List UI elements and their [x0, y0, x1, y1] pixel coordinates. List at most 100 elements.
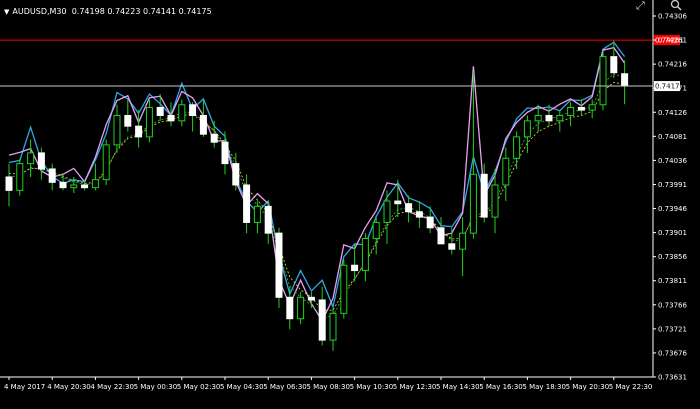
- bear-candle-body: [610, 56, 618, 74]
- x-axis-ticks: 4 May 2017 4 May 20:30 4 May 22:30 5 May 00…: [4, 377, 652, 391]
- candle: [102, 139, 110, 186]
- x-tick-label: 5 May 18:30: [522, 383, 566, 391]
- bull-candle-body: [469, 173, 477, 234]
- candle: [610, 40, 618, 79]
- indicator-line-2: [8, 46, 626, 323]
- candle: [329, 308, 337, 351]
- bear-candle-body: [81, 184, 89, 189]
- bull-candle-body: [27, 152, 35, 165]
- bear-candle-body: [318, 299, 326, 341]
- bear-candle-body: [243, 184, 251, 223]
- dropdown-triangle-icon[interactable]: ▼: [4, 8, 9, 16]
- x-tick-label: 5 May 06:30: [263, 383, 307, 391]
- x-tick-label: 5 May 00:30: [134, 383, 178, 391]
- bull-candle-body: [91, 179, 99, 189]
- bear-candle-body: [59, 181, 67, 189]
- bull-candle-body: [361, 237, 369, 272]
- bear-candle-body: [437, 227, 445, 245]
- bear-candle-body: [577, 106, 585, 111]
- bear-candle-body: [415, 211, 423, 218]
- candle: [448, 227, 456, 255]
- bear-candle-body: [5, 176, 13, 191]
- bull-candle-body: [513, 136, 521, 159]
- bear-candle-body: [621, 73, 629, 87]
- bull-candle-body: [340, 264, 348, 314]
- x-tick-label: 4 May 2017: [4, 383, 45, 391]
- bull-candle-body: [102, 144, 110, 181]
- bull-candle-body: [459, 232, 467, 250]
- candle: [232, 152, 240, 191]
- bull-candle-body: [523, 120, 531, 138]
- x-tick-label: 4 May 20:30: [47, 383, 91, 391]
- bear-candle-body: [135, 125, 143, 138]
- indicator-lines: [8, 41, 626, 323]
- y-tick-label: 0.73946: [658, 205, 687, 213]
- candle: [415, 201, 423, 228]
- y-tick-label: 0.73766: [658, 301, 687, 309]
- candle: [221, 131, 229, 175]
- bear-candle-body: [232, 163, 240, 186]
- y-tick-label: 0.73631: [658, 374, 687, 382]
- x-tick-label: 5 May 16:30: [479, 383, 523, 391]
- indicator-line-1: [8, 41, 626, 310]
- bull-candle-body: [70, 184, 78, 189]
- x-tick-label: 4 May 22:30: [90, 383, 134, 391]
- candle: [307, 291, 315, 309]
- bear-candle-body: [286, 296, 294, 320]
- candle: [556, 110, 564, 132]
- x-tick-label: 5 May 14:30: [436, 383, 480, 391]
- bear-candle-body: [307, 296, 315, 301]
- candle: [286, 286, 294, 330]
- candle: [459, 217, 467, 276]
- candle: [426, 206, 434, 234]
- x-tick-label: 5 May 08:30: [306, 383, 350, 391]
- candle: [113, 104, 121, 153]
- candle: [318, 286, 326, 346]
- expand-arrows-icon[interactable]: ⤢: [636, 0, 645, 11]
- bull-candle-body: [145, 106, 153, 138]
- x-tick-label: 5 May 12:30: [393, 383, 437, 391]
- symbol-header: ▼ AUDUSD,M30 0.74198 0.74223 0.74141 0.74…: [4, 7, 212, 16]
- bear-candle-body: [189, 104, 197, 116]
- bull-candle-body: [556, 114, 564, 122]
- candle: [297, 291, 305, 325]
- y-tick-label: 0.73811: [658, 277, 687, 285]
- magnifier-icon[interactable]: [670, 0, 682, 13]
- candle: [621, 60, 629, 105]
- candle: [275, 227, 283, 309]
- bull-candle-body: [383, 200, 391, 223]
- candle: [189, 102, 197, 132]
- bull-candle-body: [534, 114, 542, 122]
- candle: [5, 163, 13, 207]
- candle: [340, 259, 348, 319]
- bear-candle-body: [448, 243, 456, 250]
- y-tick-label: 0.73676: [658, 349, 687, 357]
- y-tick-label: 0.74126: [658, 109, 687, 117]
- candle: [70, 176, 78, 194]
- price-lines: 0.742610.74175: [0, 35, 684, 92]
- x-tick-label: 5 May 04:30: [220, 383, 264, 391]
- bear-candle-body: [405, 203, 413, 213]
- price-chart[interactable]: 0.742610.74175 0.743060.742610.742160.74…: [0, 0, 700, 409]
- bear-candle-body: [221, 141, 229, 165]
- x-tick-label: 5 May 10:30: [350, 383, 394, 391]
- bull-candle-body: [113, 114, 121, 146]
- bear-candle-body: [394, 200, 402, 205]
- y-tick-label: 0.73721: [658, 325, 687, 333]
- candle: [372, 217, 380, 255]
- bear-candle-body: [48, 168, 56, 183]
- candle: [27, 139, 35, 177]
- candle: [16, 158, 24, 196]
- candle: [513, 131, 521, 169]
- x-tick-label: 5 May 02:30: [177, 383, 221, 391]
- x-tick-label: 5 May 22:30: [609, 383, 653, 391]
- candle: [145, 99, 153, 143]
- y-tick-label: 0.73856: [658, 253, 687, 261]
- bull-candle-body: [491, 184, 499, 218]
- candle: [599, 51, 607, 111]
- bear-candle-body: [351, 264, 359, 272]
- indicator-line-4: [8, 81, 625, 311]
- bull-candle-body: [502, 157, 510, 186]
- candle: [91, 163, 99, 191]
- candle: [210, 120, 218, 148]
